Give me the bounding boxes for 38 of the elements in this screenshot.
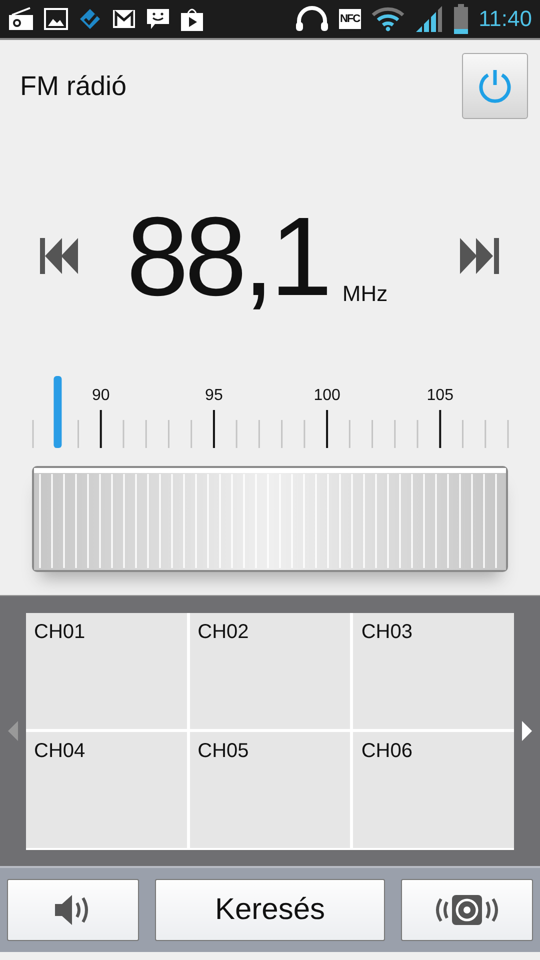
- frequency-value: 88,1: [126, 201, 328, 313]
- channel-preset[interactable]: CH06: [353, 732, 514, 848]
- mail-icon: [112, 9, 136, 29]
- right-arrow-icon: [522, 721, 532, 741]
- app-title: FM rádió: [20, 70, 128, 102]
- channel-preset[interactable]: CH01: [26, 612, 187, 728]
- search-button[interactable]: Keresés: [155, 879, 385, 941]
- loudspeaker-button[interactable]: [401, 879, 533, 941]
- left-arrow-icon: [8, 721, 18, 741]
- tuning-dial[interactable]: [32, 466, 508, 572]
- skip-back-icon: [40, 238, 80, 274]
- radio-icon: [8, 7, 34, 31]
- scale-label: 105: [426, 387, 454, 404]
- message-icon: [146, 7, 170, 31]
- signal-icon: [414, 5, 443, 33]
- channel-preset[interactable]: CH04: [26, 732, 187, 848]
- volume-button[interactable]: [7, 879, 139, 941]
- previous-button[interactable]: [40, 238, 80, 276]
- power-icon: [476, 67, 514, 105]
- picture-icon: [44, 8, 68, 30]
- clock-time: 11:40: [478, 6, 532, 32]
- checkmark-icon: [78, 7, 102, 31]
- scale-label: 90: [92, 387, 110, 404]
- battery-icon: [452, 4, 469, 34]
- skip-forward-icon: [460, 238, 500, 274]
- nfc-icon: NFC: [338, 9, 361, 29]
- channel-preset[interactable]: CH05: [190, 732, 350, 848]
- scale-label: 100: [314, 387, 340, 404]
- channel-preset[interactable]: CH03: [353, 612, 514, 728]
- power-button[interactable]: [462, 53, 528, 119]
- wifi-icon: [370, 6, 405, 32]
- scale-label: 95: [205, 387, 223, 404]
- next-button[interactable]: [460, 238, 500, 276]
- headphones-icon: [294, 6, 329, 32]
- shopping-bag-icon: [180, 6, 204, 32]
- channel-preset[interactable]: CH02: [190, 612, 350, 728]
- loudspeaker-icon: [433, 893, 501, 927]
- frequency-unit: MHz: [342, 281, 388, 308]
